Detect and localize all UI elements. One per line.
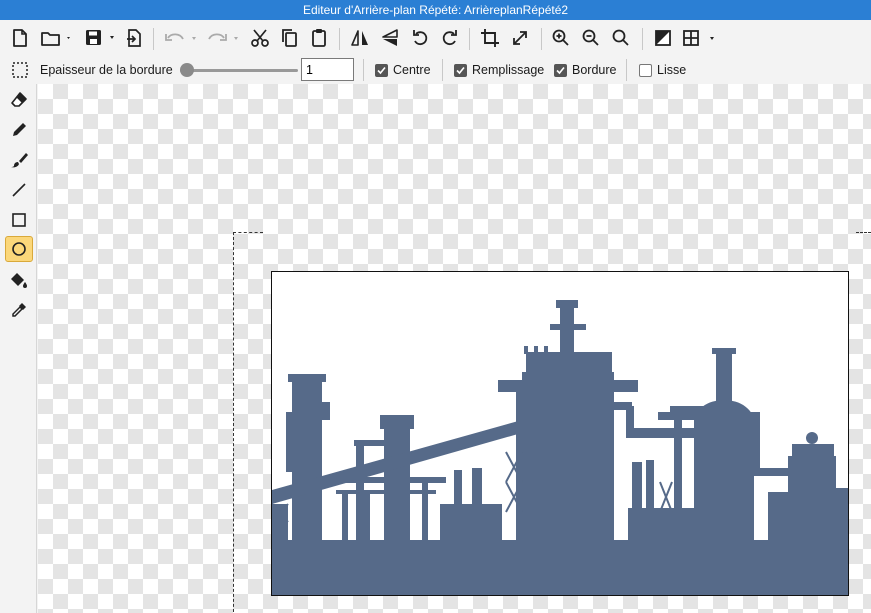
rotate-right-icon xyxy=(442,30,457,46)
crop-icon xyxy=(481,29,499,47)
border-width-slider-thumb[interactable] xyxy=(180,63,194,77)
toolbar-separator xyxy=(339,28,340,50)
cut-icon xyxy=(251,29,269,47)
ellipse-icon xyxy=(12,242,26,256)
background-image[interactable] xyxy=(271,271,849,596)
copy-button[interactable] xyxy=(277,24,301,52)
save-icon xyxy=(86,30,114,45)
color-swap-icon xyxy=(655,30,671,46)
centre-label: Centre xyxy=(393,63,431,77)
smooth-check-box[interactable] xyxy=(639,63,652,77)
undo-button[interactable] xyxy=(162,24,200,52)
flip-horizontal-button[interactable] xyxy=(348,24,372,52)
eraser-icon xyxy=(11,92,27,107)
copy-icon xyxy=(282,29,297,47)
eyedropper-icon xyxy=(12,303,26,317)
tool-sidebar xyxy=(0,84,37,613)
fill-tool[interactable] xyxy=(5,267,33,293)
eraser-tool[interactable] xyxy=(5,87,33,113)
brush-icon xyxy=(11,153,28,168)
toolbar-separator xyxy=(469,28,470,50)
crop-button[interactable] xyxy=(478,24,502,52)
grid-icon xyxy=(683,30,714,46)
save-button[interactable] xyxy=(82,24,118,52)
tile-boundary-line xyxy=(233,232,234,613)
border-width-label: Epaisseur de la bordure xyxy=(40,63,173,77)
zoom-in-button[interactable] xyxy=(549,24,573,52)
open-button[interactable] xyxy=(38,24,74,52)
zoom-fit-button[interactable] xyxy=(609,24,633,52)
toolbar-separator xyxy=(442,59,443,81)
border-label: Bordure xyxy=(572,63,617,77)
smooth-checkbox[interactable]: Lisse xyxy=(639,56,686,84)
centre-check-box[interactable] xyxy=(375,63,388,77)
tile-boundary-line xyxy=(856,232,871,233)
border-check-box[interactable] xyxy=(554,63,567,77)
zoom-out-icon xyxy=(582,29,599,46)
border-width-input[interactable] xyxy=(301,58,354,81)
industrial-silhouette-image xyxy=(272,300,848,595)
undo-icon xyxy=(165,33,196,41)
toolbar-separator xyxy=(541,28,542,50)
new-file-button[interactable] xyxy=(8,24,32,52)
checkmark-icon xyxy=(377,66,386,74)
toolbar-separator xyxy=(363,59,364,81)
zoom-in-icon xyxy=(552,29,569,46)
grid-button[interactable] xyxy=(680,24,718,52)
title-bar: Editeur d'Arrière-plan Répété: Arrièrepl… xyxy=(0,0,871,20)
checkmark-icon xyxy=(556,66,565,74)
rotate-left-button[interactable] xyxy=(408,24,432,52)
rectangle-tool[interactable] xyxy=(5,207,33,233)
rotate-left-icon xyxy=(413,30,428,46)
open-folder-icon xyxy=(41,32,70,46)
rectangle-icon xyxy=(12,213,26,227)
pencil-tool[interactable] xyxy=(5,117,33,143)
color-swap-button[interactable] xyxy=(651,24,675,52)
tile-boundary-line xyxy=(233,232,263,233)
fill-checkbox[interactable]: Remplissage xyxy=(454,56,544,84)
pencil-icon xyxy=(13,123,26,136)
paint-bucket-icon xyxy=(11,273,27,288)
resize-button[interactable] xyxy=(508,24,532,52)
zoom-out-button[interactable] xyxy=(579,24,603,52)
border-checkbox[interactable]: Bordure xyxy=(554,56,616,84)
redo-button[interactable] xyxy=(204,24,242,52)
redo-icon xyxy=(208,33,238,41)
options-bar: Epaisseur de la bordure Centre Remplissa… xyxy=(0,56,871,84)
fill-label: Remplissage xyxy=(472,63,545,77)
main-toolbar xyxy=(0,20,871,56)
line-tool[interactable] xyxy=(5,177,33,203)
flip-vertical-button[interactable] xyxy=(378,24,402,52)
flip-vertical-icon xyxy=(382,29,398,46)
centre-checkbox[interactable]: Centre xyxy=(375,56,431,84)
zoom-fit-icon xyxy=(612,29,629,46)
resize-icon xyxy=(513,31,527,45)
selection-mode-button[interactable] xyxy=(11,56,29,84)
selection-icon xyxy=(12,62,28,78)
window-title: Editeur d'Arrière-plan Répété: Arrièrepl… xyxy=(302,3,569,17)
eyedropper-tool[interactable] xyxy=(5,297,33,323)
rotate-right-button[interactable] xyxy=(438,24,462,52)
border-width-slider-track[interactable] xyxy=(180,69,298,72)
toolbar-separator xyxy=(642,28,643,50)
ellipse-tool[interactable] xyxy=(5,236,33,262)
export-button[interactable] xyxy=(122,24,146,52)
paste-icon xyxy=(312,29,326,47)
cut-button[interactable] xyxy=(248,24,272,52)
fill-check-box[interactable] xyxy=(454,63,467,77)
checkmark-icon xyxy=(456,66,465,74)
brush-tool[interactable] xyxy=(5,147,33,173)
toolbar-separator xyxy=(153,28,154,50)
paste-button[interactable] xyxy=(307,24,331,52)
line-icon xyxy=(12,183,26,197)
editor-canvas[interactable] xyxy=(38,84,871,613)
flip-horizontal-icon xyxy=(351,30,368,46)
export-icon xyxy=(127,29,141,47)
smooth-label: Lisse xyxy=(657,63,687,77)
toolbar-separator xyxy=(626,59,627,81)
new-file-icon xyxy=(13,29,27,47)
